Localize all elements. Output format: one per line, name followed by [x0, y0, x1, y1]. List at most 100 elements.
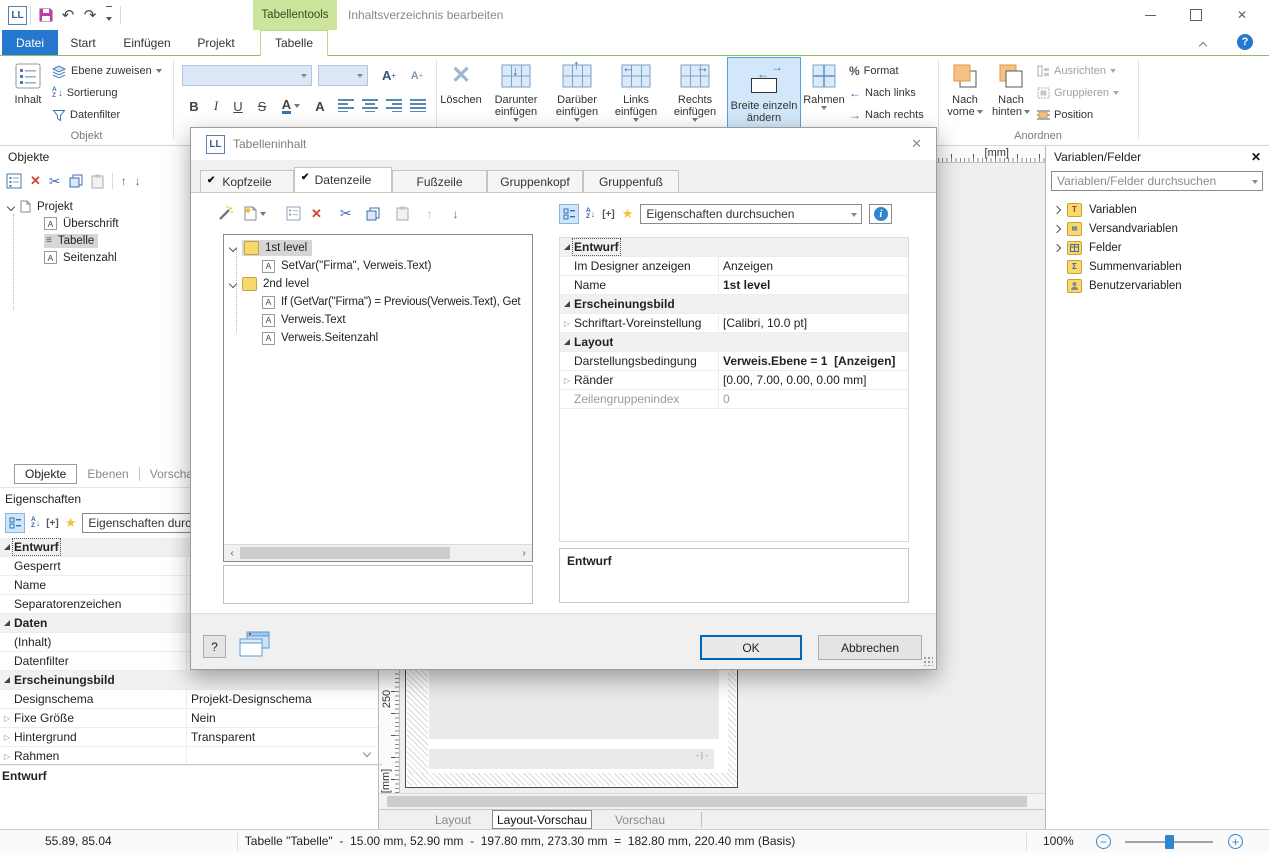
delete-object-button[interactable]: ✕	[30, 173, 41, 189]
move-down-button[interactable]: ↓	[135, 174, 141, 188]
align-right-button[interactable]	[386, 99, 403, 115]
prop-row[interactable]: Im Designer anzeigenAnzeigen	[560, 257, 908, 276]
cut-line-button[interactable]: ✂	[340, 205, 352, 222]
nach-hinten-button[interactable]: Nach hinten	[989, 58, 1033, 126]
copy-button[interactable]	[69, 174, 83, 188]
expand-all-button[interactable]: [+]	[46, 518, 59, 529]
nach-links-button[interactable]: ← Nach links	[849, 83, 916, 103]
italic-button[interactable]: I	[208, 96, 224, 116]
sortierung-button[interactable]: AZ ↓ Sortierung	[52, 83, 117, 103]
copy-line-button[interactable]	[366, 207, 380, 221]
favorites-star-button[interactable]: ★	[622, 206, 634, 222]
tree-item-if-getvar[interactable]: A If (GetVar("Firma") = Previous(Verweis…	[224, 293, 532, 311]
prop-category[interactable]: Layout	[560, 333, 908, 352]
grow-font-button[interactable]: A+	[378, 65, 400, 86]
darueber-einfuegen-button[interactable]: ↑ Darüber einfügen	[548, 58, 606, 126]
tab-fusszeile[interactable]: Fußzeile	[392, 170, 487, 192]
cancel-button[interactable]: Abbrechen	[818, 635, 922, 660]
tree-item-summenvariablen[interactable]: Σ Summenvariablen	[1046, 257, 1269, 276]
tab-tabelle[interactable]: Tabelle	[260, 30, 328, 56]
sort-alphabetical-button[interactable]: AZ↓	[31, 517, 40, 529]
prop-row[interactable]: Zeilengruppenindex0	[560, 390, 908, 409]
tab-kopfzeile[interactable]: ✔Kopfzeile	[200, 170, 294, 192]
loeschen-button[interactable]: ✕ Löschen	[437, 58, 485, 126]
expand-all-button[interactable]: [+]	[602, 209, 615, 220]
highlight-color-button[interactable]: A	[312, 96, 328, 116]
favorites-star-button[interactable]: ★	[65, 515, 77, 531]
close-button[interactable]: ✕	[1228, 4, 1256, 26]
context-tab-tabellentools[interactable]: Tabellentools	[253, 0, 337, 30]
undo-button[interactable]: ↶	[58, 4, 78, 26]
tab-vorschau[interactable]: Vorschau	[597, 810, 683, 829]
dialog-resize-grip[interactable]	[923, 656, 933, 666]
ok-button[interactable]: OK	[700, 635, 802, 660]
tab-gruppenfuss[interactable]: Gruppenfuß	[583, 170, 679, 192]
rahmen-button[interactable]: Rahmen	[803, 58, 845, 126]
format-button[interactable]: % Format	[849, 61, 899, 81]
prop-row[interactable]: ▷Schriftart-Voreinstellung[Calibri, 10.0…	[560, 314, 908, 333]
dialog-help-button[interactable]: ?	[203, 635, 226, 658]
rechts-einfuegen-button[interactable]: → Rechts einfügen	[666, 58, 724, 126]
help-button[interactable]: ?	[1237, 34, 1253, 50]
ausrichten-button[interactable]: Ausrichten	[1037, 61, 1116, 81]
tab-start[interactable]: Start	[58, 30, 108, 55]
move-up-button[interactable]: ↑	[121, 174, 127, 188]
position-button[interactable]: Position	[1037, 105, 1093, 125]
align-justify-button[interactable]	[410, 99, 427, 115]
tab-ebenen[interactable]: Ebenen	[77, 465, 138, 483]
redo-button[interactable]: ↷	[80, 4, 100, 26]
datenfilter-button[interactable]: Datenfilter	[52, 105, 120, 125]
tab-objekte[interactable]: Objekte	[14, 464, 77, 484]
tree-item-setvar[interactable]: A SetVar("Firma", Verweis.Text)	[224, 257, 532, 275]
save-button[interactable]	[35, 4, 57, 26]
tree-hscrollbar[interactable]: ‹ ›	[224, 544, 532, 561]
workspace-hscrollbar[interactable]	[379, 793, 1045, 809]
variables-search[interactable]	[1051, 171, 1263, 191]
font-color-button[interactable]: A	[278, 96, 304, 116]
dialog-properties-search[interactable]	[640, 204, 862, 224]
cut-button[interactable]: ✂	[49, 173, 61, 190]
dialog-properties-search-input[interactable]	[641, 207, 861, 221]
zoom-slider-track[interactable]	[1125, 841, 1213, 843]
prop-category[interactable]: Erscheinungsbild	[0, 671, 378, 690]
line-properties-button[interactable]	[286, 206, 301, 221]
strikethrough-button[interactable]: S	[254, 96, 270, 116]
zoom-in-button[interactable]: +	[1228, 834, 1243, 849]
scroll-right-icon[interactable]: ›	[516, 548, 532, 559]
tab-einfuegen[interactable]: Einfügen	[116, 30, 178, 55]
align-left-button[interactable]	[338, 99, 355, 115]
tree-item-felder[interactable]: Felder	[1046, 238, 1269, 257]
font-size-select[interactable]	[318, 65, 368, 86]
new-line-button[interactable]	[244, 206, 266, 221]
delete-line-button[interactable]: ✕	[311, 206, 322, 222]
align-center-button[interactable]	[362, 99, 379, 115]
categorized-view-button[interactable]	[559, 204, 579, 224]
prop-row[interactable]: Name1st level	[560, 276, 908, 295]
underline-button[interactable]: U	[230, 96, 246, 116]
tab-layout-vorschau[interactable]: Layout-Vorschau	[492, 810, 592, 829]
move-line-down-button[interactable]: ↓	[453, 207, 459, 221]
window-mode-button[interactable]	[237, 630, 273, 663]
close-panel-button[interactable]: ✕	[1251, 150, 1261, 164]
footer-object-preview[interactable]	[429, 749, 714, 769]
prop-category[interactable]: Erscheinungsbild	[560, 295, 908, 314]
paste-line-button-disabled[interactable]	[396, 206, 409, 221]
nach-vorne-button[interactable]: Nach vorne	[944, 58, 986, 126]
line-definition-tree[interactable]: 1st level A SetVar("Firma", Verweis.Text…	[223, 234, 533, 562]
scrollbar-thumb[interactable]	[387, 796, 1027, 807]
minimize-button[interactable]	[1136, 4, 1164, 26]
prop-row[interactable]: ▷Ränder[0.00, 7.00, 0.00, 0.00 mm]	[560, 371, 908, 390]
inhalt-button[interactable]: Inhalt	[6, 58, 50, 126]
tab-datenzeile[interactable]: ✔Datenzeile	[294, 167, 392, 192]
prop-row[interactable]: DesignschemaProjekt-Designschema	[0, 690, 378, 709]
dialog-close-icon[interactable]: ✕	[911, 136, 922, 152]
info-button[interactable]: i	[869, 204, 892, 224]
categorized-view-button[interactable]	[5, 513, 25, 533]
paste-button-disabled[interactable]	[91, 174, 104, 189]
scroll-left-icon[interactable]: ‹	[224, 548, 240, 559]
ebene-zuweisen-button[interactable]: Ebene zuweisen	[52, 61, 162, 81]
breite-einzeln-aendern-button[interactable]: ← → Breite einzeln ändern	[727, 57, 801, 128]
darunter-einfuegen-button[interactable]: ↓ Darunter einfügen	[486, 58, 546, 126]
prop-row[interactable]: ▷HintergrundTransparent	[0, 728, 378, 747]
tab-projekt[interactable]: Projekt	[186, 30, 246, 55]
